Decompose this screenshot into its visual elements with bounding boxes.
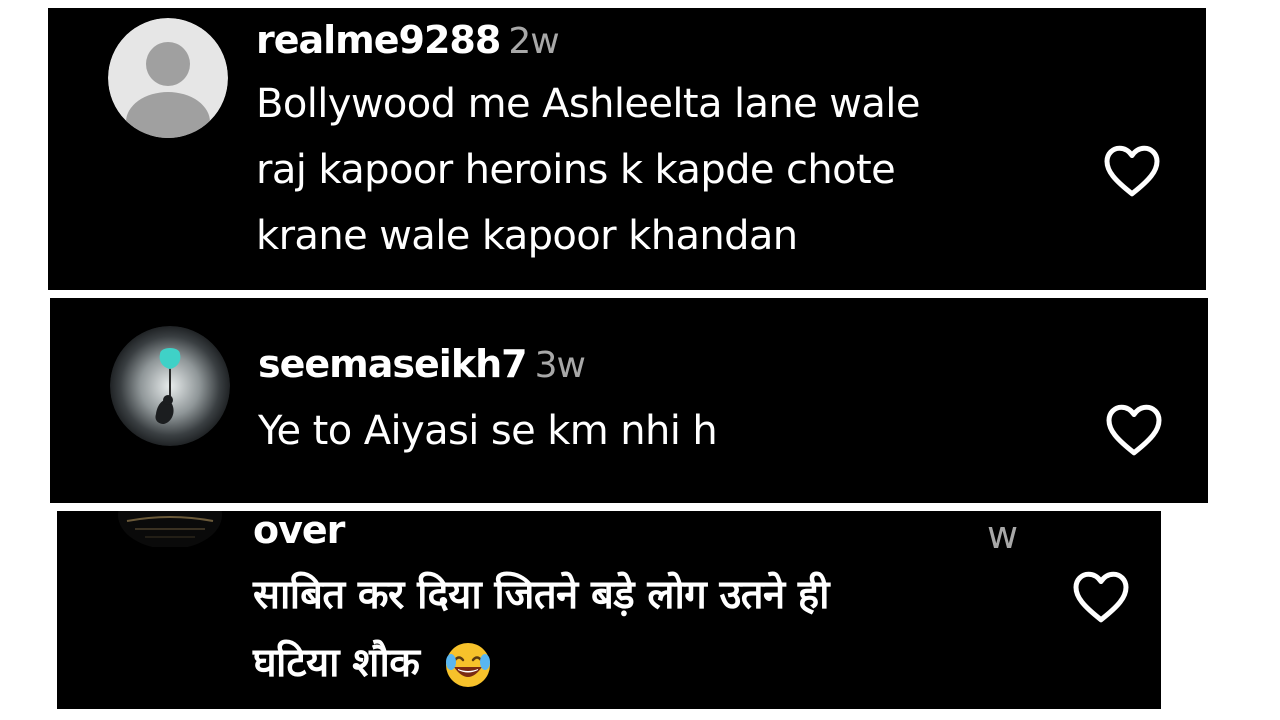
comment-timestamp: w bbox=[987, 513, 1019, 557]
comment-line: साबित कर दिया जितने बड़े लोग उतने ही bbox=[253, 572, 830, 618]
comment-timestamp: 3w bbox=[534, 345, 586, 386]
comment-line: krane wale kapoor khandan bbox=[256, 213, 798, 259]
comment-line: Ye to Aiyasi se km nhi h bbox=[258, 408, 718, 454]
laughing-tears-emoji bbox=[443, 640, 493, 690]
profile-avatar[interactable] bbox=[110, 326, 230, 446]
username-text[interactable]: seemaseikh7 bbox=[258, 342, 528, 386]
comment-card: seemaseikh7 3w Ye to Aiyasi se km nhi h bbox=[50, 298, 1208, 503]
comment-username[interactable]: over bbox=[253, 511, 345, 552]
comment-line: घटिया शौक bbox=[253, 629, 829, 697]
username-text[interactable]: over bbox=[253, 511, 345, 552]
heart-outline-icon[interactable] bbox=[1102, 142, 1162, 198]
comment-text: Bollywood me Ashleelta lane wale raj kap… bbox=[256, 71, 920, 269]
heart-outline-icon[interactable] bbox=[1071, 568, 1131, 624]
default-avatar-icon[interactable] bbox=[108, 18, 228, 138]
comment-line: raj kapoor heroins k kapde chote bbox=[256, 147, 896, 193]
comment-text: साबित कर दिया जितने बड़े लोग उतने ही घटि… bbox=[253, 561, 830, 697]
comment-text: Ye to Aiyasi se km nhi h bbox=[258, 398, 718, 464]
comment-line: Bollywood me Ashleelta lane wale bbox=[256, 81, 920, 127]
comment-card: over w साबित कर दिया जितने बड़े लोग उतने… bbox=[57, 511, 1161, 709]
heart-outline-icon[interactable] bbox=[1104, 401, 1164, 457]
comment-username[interactable]: realme9288 2w bbox=[256, 18, 560, 62]
comment-line-text: घटिया शौक bbox=[253, 640, 420, 686]
profile-avatar[interactable] bbox=[115, 511, 225, 547]
comment-card: realme9288 2w Bollywood me Ashleelta lane… bbox=[48, 8, 1206, 290]
comment-username[interactable]: seemaseikh7 3w bbox=[258, 342, 586, 386]
comment-timestamp: 2w bbox=[508, 21, 559, 62]
username-text[interactable]: realme9288 bbox=[256, 18, 501, 62]
